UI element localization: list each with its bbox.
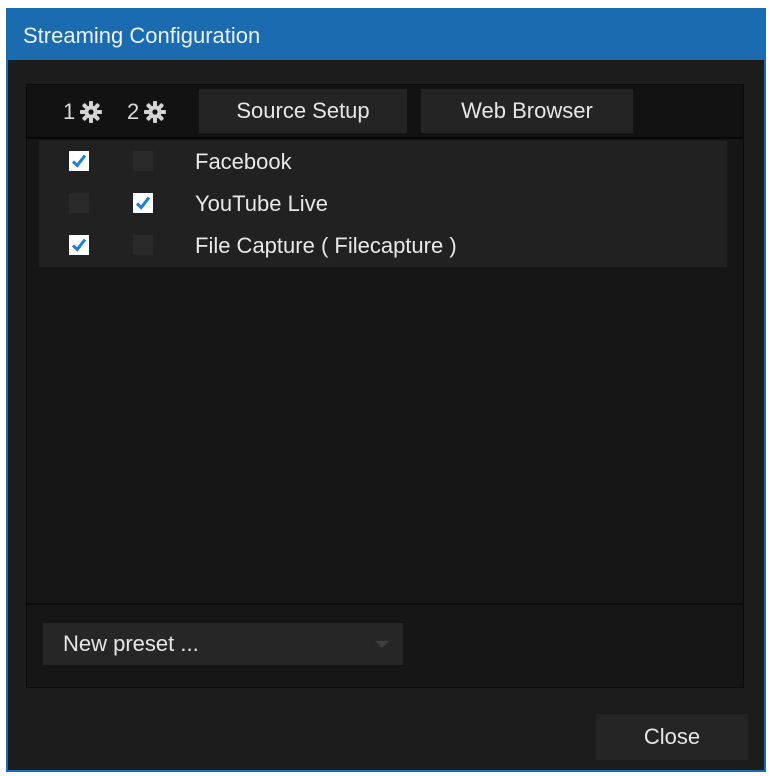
checkmark-icon (71, 238, 87, 252)
list-item: Facebook (39, 141, 727, 183)
output-2-checkbox[interactable] (133, 193, 153, 213)
stream-label: YouTube Live (195, 191, 328, 216)
close-button[interactable]: Close (596, 714, 748, 760)
list-item: File Capture ( Filecapture ) (39, 225, 727, 267)
divider (27, 603, 743, 605)
output-2-label: 2 (127, 99, 140, 124)
chevron-down-icon (375, 641, 389, 648)
source-setup-button[interactable]: Source Setup (199, 89, 407, 133)
list-item: YouTube Live (39, 183, 727, 225)
preset-value: New preset ... (63, 631, 199, 656)
window-title: Streaming Configuration (6, 8, 766, 60)
output-1-checkbox[interactable] (69, 235, 89, 255)
output-2-checkbox[interactable] (133, 151, 153, 171)
stream-list: Facebook YouTube Live File Capture ( Fil… (39, 141, 727, 267)
output-1-checkbox[interactable] (69, 193, 89, 213)
stream-label: Facebook (195, 149, 292, 174)
output-2-checkbox[interactable] (133, 235, 153, 255)
gear-icon (79, 100, 103, 124)
output-2-settings-button[interactable]: 2 (127, 95, 167, 129)
preset-dropdown[interactable]: New preset ... (43, 623, 403, 665)
streams-panel: 1 2 Source Setup Web Browser Facebook Yo… (26, 84, 744, 688)
checkmark-icon (135, 196, 151, 210)
checkmark-icon (71, 154, 87, 168)
tab-bar: 1 2 Source Setup Web Browser (27, 85, 743, 139)
gear-icon (143, 100, 167, 124)
output-1-checkbox[interactable] (69, 151, 89, 171)
output-1-settings-button[interactable]: 1 (63, 95, 103, 129)
web-browser-button[interactable]: Web Browser (421, 89, 633, 133)
stream-label: File Capture ( Filecapture ) (195, 233, 457, 258)
streaming-config-dialog: Streaming Configuration 1 2 Source Setup… (6, 8, 766, 772)
output-1-label: 1 (63, 99, 76, 124)
dialog-client: 1 2 Source Setup Web Browser Facebook Yo… (8, 60, 764, 770)
